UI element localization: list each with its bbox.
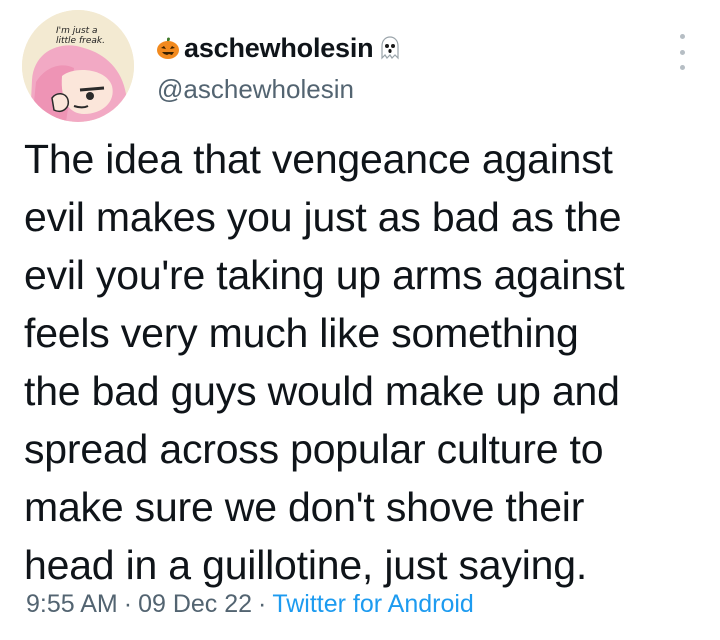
tweet-card: I'm just a little freak. aschewholesin @…	[0, 0, 720, 640]
tweet-text-line: The idea that vengeance against	[24, 136, 613, 182]
tweet-text-line: the bad guys would make up and	[24, 368, 620, 414]
tweet-text-line: evil makes you just as bad as the	[24, 194, 622, 240]
tweet-metadata: 9:55 AM · 09 Dec 22 · Twitter for Android	[26, 590, 474, 619]
tweet-text-line: feels very much like something	[24, 310, 579, 356]
avatar[interactable]: I'm just a little freak.	[22, 10, 134, 122]
meta-separator: ·	[258, 590, 267, 618]
more-dot-icon	[679, 65, 685, 70]
tweet-time[interactable]: 9:55 AM	[26, 590, 118, 618]
author-display-name[interactable]: aschewholesin	[184, 33, 374, 64]
tweet-text-line: spread across popular culture to	[24, 426, 604, 472]
jack-o-lantern-icon	[156, 36, 180, 60]
tweet-text: The idea that vengeance against evil mak…	[24, 130, 714, 594]
tweet-text-line: evil you're taking up arms against	[24, 252, 625, 298]
more-dot-icon	[679, 49, 685, 55]
tweet-text-line: head in a guillotine, just saying.	[24, 542, 588, 588]
author-handle[interactable]: @aschewholesin	[157, 74, 354, 105]
tweet-date[interactable]: 09 Dec 22	[138, 590, 252, 618]
tweet-text-line: make sure we don't shove their	[24, 484, 585, 530]
tweet-source-link[interactable]: Twitter for Android	[272, 590, 473, 618]
avatar-caption: I'm just a little freak.	[56, 26, 105, 46]
meta-separator: ·	[123, 590, 133, 618]
author-name-row[interactable]: aschewholesin	[156, 30, 401, 66]
more-options-button[interactable]	[672, 30, 692, 74]
ghost-icon	[379, 36, 401, 60]
more-dot-icon	[679, 34, 685, 39]
